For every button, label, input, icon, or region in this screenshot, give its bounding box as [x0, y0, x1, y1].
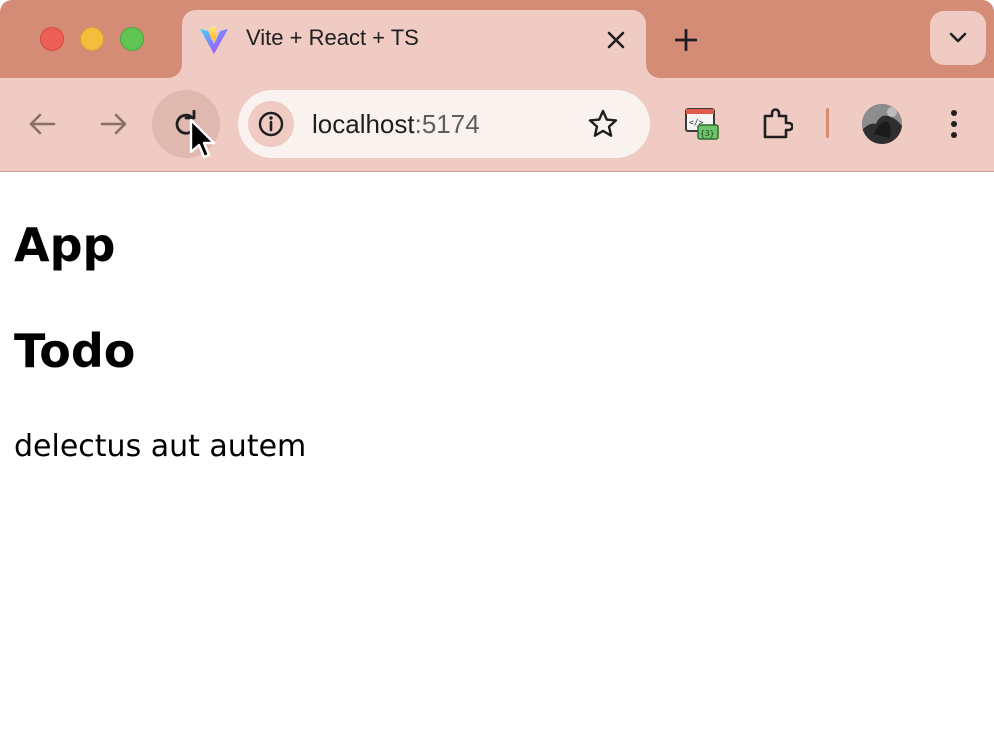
new-tab-button[interactable]	[666, 20, 706, 60]
close-window-button[interactable]	[40, 27, 64, 51]
css-devtools-extension-button[interactable]: </> {3}	[668, 90, 736, 158]
plus-icon	[675, 29, 697, 51]
todo-title: delectus aut autem	[14, 429, 307, 464]
tab-vite-react-ts[interactable]: Vite + React + TS	[182, 10, 646, 78]
svg-text:{3}: {3}	[700, 129, 714, 138]
minimize-window-button[interactable]	[80, 27, 104, 51]
browser-menu-button[interactable]	[930, 90, 978, 158]
back-button[interactable]	[8, 90, 76, 158]
chevron-down-icon	[949, 32, 967, 43]
arrow-right-icon	[100, 113, 127, 135]
site-info-icon[interactable]	[248, 101, 294, 147]
tab-title: Vite + React + TS	[246, 25, 419, 50]
browser-window: Vite + React + TS localhost:5174 </> {3}…	[0, 0, 994, 746]
extensions-button[interactable]	[742, 90, 810, 158]
maximize-window-button[interactable]	[120, 27, 144, 51]
tab-search-button[interactable]	[930, 11, 986, 65]
url-host: localhost	[312, 109, 415, 139]
address-bar[interactable]: localhost:5174	[238, 90, 650, 158]
profile-photo-icon	[862, 104, 902, 144]
app-heading: App	[14, 218, 116, 272]
tab-strip: Vite + React + TS	[0, 0, 994, 78]
html-css-extension-icon: </> {3}	[685, 108, 719, 140]
puzzle-piece-icon	[763, 108, 793, 139]
todo-heading: Todo	[14, 324, 136, 378]
reload-button[interactable]	[152, 90, 220, 158]
browser-toolbar: localhost:5174 </> {3}	[0, 78, 994, 172]
toolbar-divider	[826, 108, 829, 138]
bookmark-star-icon[interactable]	[586, 107, 620, 141]
reload-icon	[175, 110, 197, 135]
forward-button[interactable]	[80, 90, 148, 158]
vite-logo-icon	[198, 24, 230, 56]
url-text: localhost:5174	[312, 109, 480, 139]
profile-avatar[interactable]	[862, 104, 902, 144]
arrow-left-icon	[29, 113, 56, 135]
more-vertical-icon	[951, 110, 957, 138]
page-content: App Todo delectus aut autem	[0, 172, 994, 746]
url-port: :5174	[414, 109, 480, 139]
close-tab-icon[interactable]	[602, 26, 630, 54]
